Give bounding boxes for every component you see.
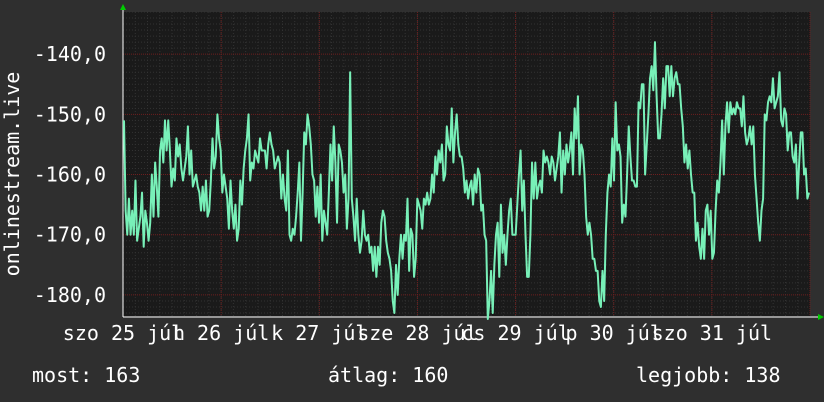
x-tick-label: szo 31 júl (652, 321, 772, 345)
y-tick-label: -170,0 (34, 223, 106, 247)
x-tick-label: cs 29 júl (461, 321, 569, 345)
y-tick-label: -160,0 (34, 163, 106, 187)
x-axis-arrow (818, 314, 824, 320)
stat-current: most: 163 (32, 363, 141, 387)
x-tick-label: k 27 júl (271, 321, 367, 345)
stat-best: legjobb: 138 (636, 363, 781, 387)
y-tick-label: -150,0 (34, 102, 106, 126)
x-tick-label: szo 25 júl (63, 321, 183, 345)
x-tick-label: h 26 júl (173, 321, 269, 345)
y-axis-arrow (120, 4, 126, 10)
x-tick-label: p 30 júl (566, 321, 662, 345)
y-axis-title: onlinestream.live (0, 72, 24, 277)
stat-average: átlag: 160 (328, 363, 449, 387)
chart: -140,0 -150,0 -160,0 -170,0 -180,0 szo 25 júl… (0, 0, 824, 402)
y-tick-label: -180,0 (34, 283, 106, 307)
chart-svg: -140,0 -150,0 -160,0 -170,0 -180,0 szo 25 júl… (0, 4, 824, 345)
y-tick-label: -140,0 (34, 42, 106, 66)
x-tick-label: sze 28 júl (357, 321, 477, 345)
